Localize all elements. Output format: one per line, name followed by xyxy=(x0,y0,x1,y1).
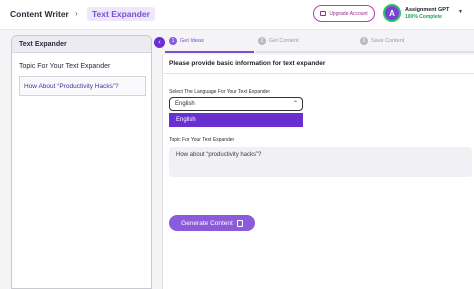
divider xyxy=(163,73,474,74)
avatar[interactable]: A xyxy=(383,4,401,22)
language-select-value: English xyxy=(175,101,195,107)
chevron-up-icon: ⌃ xyxy=(292,101,298,107)
language-label: Select The Language For Your Text Expand… xyxy=(169,89,270,95)
left-panel-title: Text Expander xyxy=(12,36,151,53)
account-status: 100% Complete xyxy=(405,14,442,20)
step-number: 1 xyxy=(169,37,177,45)
progress-active xyxy=(165,51,254,53)
upgrade-account-label: Upgrade Account xyxy=(329,10,368,17)
document-icon xyxy=(236,219,243,227)
language-select[interactable]: English ⌃ xyxy=(169,97,303,111)
topic-input[interactable]: How about “productivity hacks”? xyxy=(169,147,472,177)
account-name: Assignment GPT xyxy=(405,7,450,13)
language-option-english[interactable]: English xyxy=(169,113,303,127)
main-form: Please provide basic information for tex… xyxy=(162,55,474,289)
left-panel-field-value: How About “Productivity Hacks”? xyxy=(19,76,146,96)
form-title: Please provide basic information for tex… xyxy=(169,60,326,67)
breadcrumb-text-expander: Text Expander xyxy=(87,7,155,21)
step-label: Save Content xyxy=(371,38,405,44)
breadcrumb-content-writer[interactable]: Content Writer xyxy=(10,9,69,19)
step-get-ideas[interactable]: 1 Get Ideas xyxy=(169,37,204,45)
top-bar: Content Writer › Text Expander Upgrade A… xyxy=(0,0,474,30)
generate-content-button[interactable]: Generate Content xyxy=(169,215,255,231)
left-panel: Text Expander Topic For Your Text Expand… xyxy=(11,35,152,289)
upgrade-account-button[interactable]: Upgrade Account xyxy=(313,5,375,22)
breadcrumb-separator-icon: › xyxy=(75,9,78,18)
step-number: 2 xyxy=(258,37,266,45)
chevron-down-icon[interactable]: ▼ xyxy=(458,9,463,15)
step-label: Get Content xyxy=(269,38,299,44)
step-label: Get Ideas xyxy=(180,38,204,44)
generate-content-label: Generate Content xyxy=(181,219,233,227)
topic-label: Topic For Your Text Expander xyxy=(169,137,235,143)
step-save-content[interactable]: 3 Save Content xyxy=(360,37,404,45)
upgrade-icon xyxy=(320,11,327,16)
progress-track xyxy=(256,51,474,53)
step-get-content[interactable]: 2 Get Content xyxy=(258,37,299,45)
step-number: 3 xyxy=(360,37,368,45)
collapse-panel-button[interactable]: ‹ xyxy=(154,37,165,48)
left-panel-field-label: Topic For Your Text Expander xyxy=(19,63,111,70)
